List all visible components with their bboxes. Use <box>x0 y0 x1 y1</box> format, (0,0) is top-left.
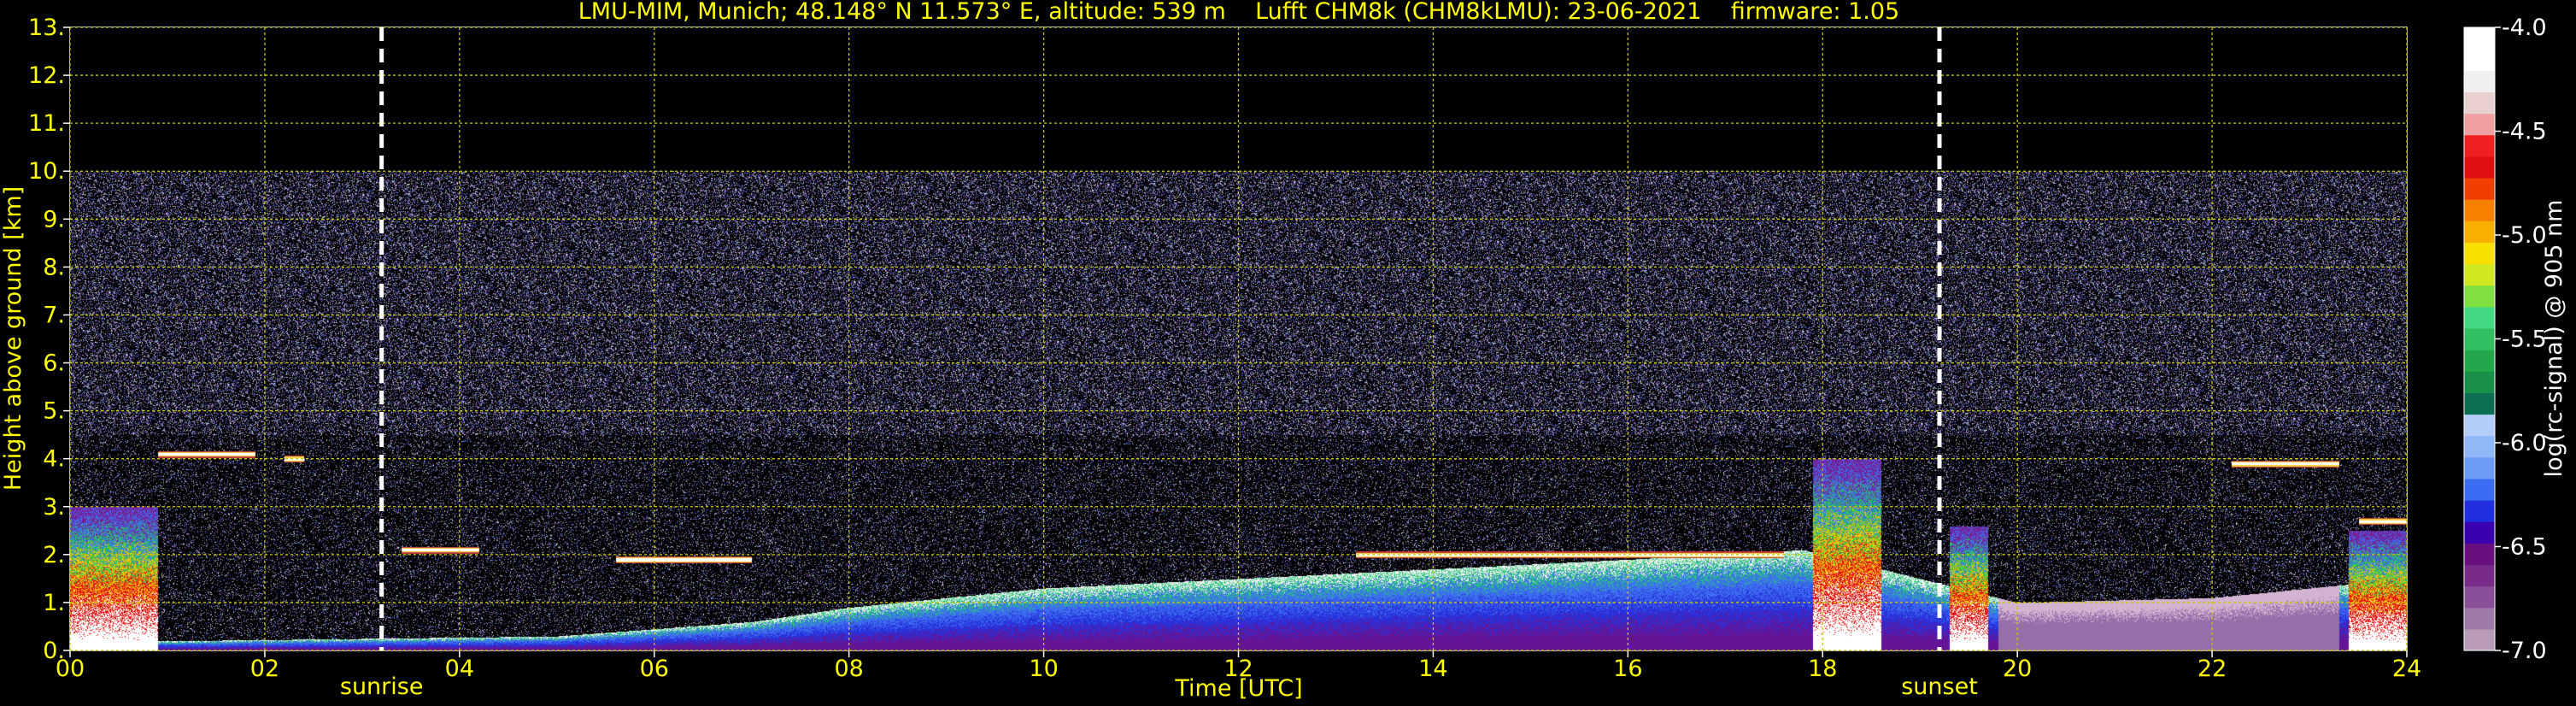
y-tick-label: 12. <box>28 62 65 89</box>
x-tick-label: 10 <box>1029 656 1058 682</box>
colorbar-segment <box>2464 70 2495 93</box>
y-axis-label: Height above ground [km] <box>0 186 26 491</box>
colorbar-segment <box>2464 478 2495 501</box>
colorbar-segment <box>2464 113 2495 136</box>
y-tick-label: 8. <box>43 254 65 280</box>
y-tick-label: 1. <box>43 590 65 616</box>
colorbar-segment <box>2464 628 2495 651</box>
x-tick-label: 06 <box>640 656 669 682</box>
x-tick-label: 24 <box>2392 656 2421 682</box>
colorbar-tick-label: -6.5 <box>2502 534 2547 561</box>
ceilometer-chart: LMU-MIM, Munich; 48.148° N 11.573° E, al… <box>0 0 2576 706</box>
colorbar-segment <box>2464 199 2495 221</box>
plot-area: sunrise sunset <box>69 26 2408 700</box>
colorbar-segment <box>2464 521 2495 544</box>
colorbar-segment <box>2464 500 2495 522</box>
y-tick-label: 7. <box>43 302 65 328</box>
colorbar-tick-label: -4.0 <box>2502 15 2547 41</box>
colorbar-segment <box>2464 242 2495 265</box>
colorbar-segment <box>2464 350 2495 372</box>
sunset-label: sunset <box>1901 674 1978 700</box>
x-tick-label: 22 <box>2198 656 2227 682</box>
y-tick-label: 3. <box>43 494 65 521</box>
sunrise-label: sunrise <box>340 674 424 700</box>
x-tick-label: 16 <box>1613 656 1642 682</box>
x-tick-label: 08 <box>834 656 863 682</box>
colorbar-segment <box>2464 564 2495 587</box>
y-tick-label: 10. <box>28 158 65 185</box>
colorbar-segment <box>2464 49 2495 71</box>
colorbar-segment <box>2464 371 2495 393</box>
colorbar-segment <box>2464 156 2495 179</box>
y-tick-label: 4. <box>43 446 65 473</box>
colorbar-tick-label: -5.0 <box>2502 222 2547 249</box>
x-tick-label: 00 <box>56 656 85 682</box>
colorbar-segment <box>2464 221 2495 243</box>
y-tick-label: 2. <box>43 542 65 568</box>
x-tick-label: 14 <box>1418 656 1447 682</box>
colorbar-label: log(rc-signal) @ 905 nm <box>2541 200 2567 478</box>
chart-title: LMU-MIM, Munich; 48.148° N 11.573° E, al… <box>578 0 1899 25</box>
colorbar-segment <box>2464 435 2495 458</box>
colorbar-segment <box>2464 134 2495 157</box>
x-tick-label: 18 <box>1808 656 1837 682</box>
y-tick-label: 13. <box>28 15 65 41</box>
y-tick-label: 6. <box>43 350 65 377</box>
x-tick-label: 02 <box>250 656 279 682</box>
colorbar-tick-label: -5.5 <box>2502 327 2547 353</box>
x-tick-label: 04 <box>445 656 474 682</box>
colorbar-segment <box>2464 585 2495 609</box>
colorbar-segment <box>2464 27 2495 50</box>
colorbar-segment <box>2464 327 2495 350</box>
y-tick-label: 9. <box>43 206 65 232</box>
y-tick-label: 11. <box>28 110 65 137</box>
colorbar-segment <box>2464 392 2495 415</box>
x-axis-label: Time [UTC] <box>1174 675 1302 702</box>
colorbar-segment <box>2464 285 2495 308</box>
colorbar-segment <box>2464 177 2495 200</box>
colorbar-tick-label: -7.0 <box>2502 638 2547 664</box>
colorbar-segment <box>2464 91 2495 115</box>
x-tick-label: 20 <box>2003 656 2032 682</box>
y-tick-label: 5. <box>43 398 65 425</box>
colorbar-segment <box>2464 607 2495 630</box>
colorbar-segment <box>2464 414 2495 437</box>
colorbar-tick-label: -6.0 <box>2502 430 2547 456</box>
colorbar-segment <box>2464 263 2495 286</box>
colorbar-segment <box>2464 456 2495 479</box>
colorbar-tick-label: -4.5 <box>2502 119 2547 145</box>
colorbar-segment <box>2464 306 2495 329</box>
colorbar-segment <box>2464 543 2495 566</box>
